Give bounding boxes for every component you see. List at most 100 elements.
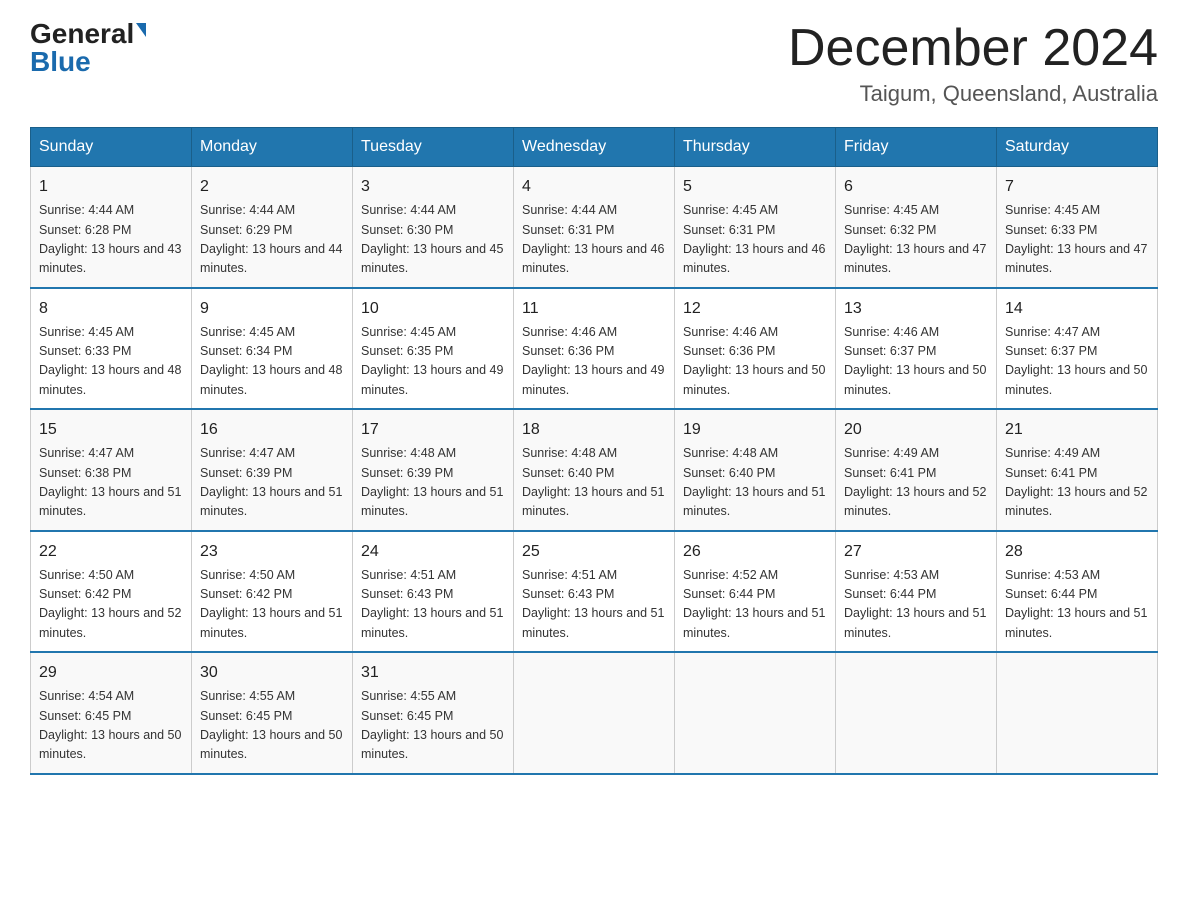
day-number: 9: [200, 297, 344, 321]
calendar-cell: 9Sunrise: 4:45 AMSunset: 6:34 PMDaylight…: [192, 288, 353, 410]
logo: General Blue: [30, 20, 146, 76]
calendar-cell: 28Sunrise: 4:53 AMSunset: 6:44 PMDayligh…: [997, 531, 1158, 653]
week-row-1: 1Sunrise: 4:44 AMSunset: 6:28 PMDaylight…: [31, 167, 1158, 288]
day-number: 15: [39, 418, 183, 442]
calendar-table: SundayMondayTuesdayWednesdayThursdayFrid…: [30, 127, 1158, 775]
header-sunday: Sunday: [31, 128, 192, 167]
month-title: December 2024: [788, 20, 1158, 77]
calendar-cell: 1Sunrise: 4:44 AMSunset: 6:28 PMDaylight…: [31, 167, 192, 288]
header-saturday: Saturday: [997, 128, 1158, 167]
day-info: Sunrise: 4:44 AMSunset: 6:30 PMDaylight:…: [361, 201, 505, 279]
day-info: Sunrise: 4:47 AMSunset: 6:37 PMDaylight:…: [1005, 323, 1149, 401]
day-number: 24: [361, 540, 505, 564]
day-number: 20: [844, 418, 988, 442]
day-number: 1: [39, 175, 183, 199]
calendar-cell: 5Sunrise: 4:45 AMSunset: 6:31 PMDaylight…: [675, 167, 836, 288]
location-text: Taigum, Queensland, Australia: [788, 81, 1158, 107]
day-number: 2: [200, 175, 344, 199]
day-info: Sunrise: 4:55 AMSunset: 6:45 PMDaylight:…: [361, 687, 505, 765]
page-header: General Blue December 2024 Taigum, Queen…: [30, 20, 1158, 107]
calendar-cell: 24Sunrise: 4:51 AMSunset: 6:43 PMDayligh…: [353, 531, 514, 653]
calendar-cell: 29Sunrise: 4:54 AMSunset: 6:45 PMDayligh…: [31, 652, 192, 774]
day-info: Sunrise: 4:46 AMSunset: 6:37 PMDaylight:…: [844, 323, 988, 401]
day-info: Sunrise: 4:53 AMSunset: 6:44 PMDaylight:…: [1005, 566, 1149, 644]
day-info: Sunrise: 4:45 AMSunset: 6:33 PMDaylight:…: [39, 323, 183, 401]
day-info: Sunrise: 4:52 AMSunset: 6:44 PMDaylight:…: [683, 566, 827, 644]
day-info: Sunrise: 4:44 AMSunset: 6:31 PMDaylight:…: [522, 201, 666, 279]
day-info: Sunrise: 4:45 AMSunset: 6:32 PMDaylight:…: [844, 201, 988, 279]
calendar-cell: 8Sunrise: 4:45 AMSunset: 6:33 PMDaylight…: [31, 288, 192, 410]
day-info: Sunrise: 4:49 AMSunset: 6:41 PMDaylight:…: [1005, 444, 1149, 522]
calendar-cell: 13Sunrise: 4:46 AMSunset: 6:37 PMDayligh…: [836, 288, 997, 410]
day-number: 14: [1005, 297, 1149, 321]
day-info: Sunrise: 4:54 AMSunset: 6:45 PMDaylight:…: [39, 687, 183, 765]
logo-arrow-icon: [136, 23, 146, 37]
day-info: Sunrise: 4:48 AMSunset: 6:40 PMDaylight:…: [683, 444, 827, 522]
day-number: 21: [1005, 418, 1149, 442]
day-number: 12: [683, 297, 827, 321]
day-number: 17: [361, 418, 505, 442]
day-info: Sunrise: 4:49 AMSunset: 6:41 PMDaylight:…: [844, 444, 988, 522]
calendar-cell: 23Sunrise: 4:50 AMSunset: 6:42 PMDayligh…: [192, 531, 353, 653]
calendar-cell: 10Sunrise: 4:45 AMSunset: 6:35 PMDayligh…: [353, 288, 514, 410]
day-info: Sunrise: 4:45 AMSunset: 6:35 PMDaylight:…: [361, 323, 505, 401]
day-number: 13: [844, 297, 988, 321]
calendar-cell: [836, 652, 997, 774]
calendar-cell: 16Sunrise: 4:47 AMSunset: 6:39 PMDayligh…: [192, 409, 353, 531]
day-info: Sunrise: 4:45 AMSunset: 6:33 PMDaylight:…: [1005, 201, 1149, 279]
calendar-cell: 2Sunrise: 4:44 AMSunset: 6:29 PMDaylight…: [192, 167, 353, 288]
calendar-cell: 19Sunrise: 4:48 AMSunset: 6:40 PMDayligh…: [675, 409, 836, 531]
calendar-cell: 25Sunrise: 4:51 AMSunset: 6:43 PMDayligh…: [514, 531, 675, 653]
day-number: 11: [522, 297, 666, 321]
day-info: Sunrise: 4:44 AMSunset: 6:29 PMDaylight:…: [200, 201, 344, 279]
day-info: Sunrise: 4:48 AMSunset: 6:39 PMDaylight:…: [361, 444, 505, 522]
calendar-cell: 21Sunrise: 4:49 AMSunset: 6:41 PMDayligh…: [997, 409, 1158, 531]
calendar-cell: 4Sunrise: 4:44 AMSunset: 6:31 PMDaylight…: [514, 167, 675, 288]
calendar-cell: 3Sunrise: 4:44 AMSunset: 6:30 PMDaylight…: [353, 167, 514, 288]
logo-general-text: General: [30, 20, 134, 48]
day-number: 5: [683, 175, 827, 199]
day-number: 22: [39, 540, 183, 564]
day-number: 30: [200, 661, 344, 685]
day-number: 25: [522, 540, 666, 564]
calendar-cell: 15Sunrise: 4:47 AMSunset: 6:38 PMDayligh…: [31, 409, 192, 531]
calendar-header-row: SundayMondayTuesdayWednesdayThursdayFrid…: [31, 128, 1158, 167]
calendar-cell: 31Sunrise: 4:55 AMSunset: 6:45 PMDayligh…: [353, 652, 514, 774]
day-info: Sunrise: 4:47 AMSunset: 6:39 PMDaylight:…: [200, 444, 344, 522]
day-info: Sunrise: 4:53 AMSunset: 6:44 PMDaylight:…: [844, 566, 988, 644]
logo-blue-text: Blue: [30, 48, 91, 76]
day-number: 26: [683, 540, 827, 564]
calendar-cell: 12Sunrise: 4:46 AMSunset: 6:36 PMDayligh…: [675, 288, 836, 410]
day-info: Sunrise: 4:46 AMSunset: 6:36 PMDaylight:…: [522, 323, 666, 401]
header-monday: Monday: [192, 128, 353, 167]
day-info: Sunrise: 4:51 AMSunset: 6:43 PMDaylight:…: [522, 566, 666, 644]
calendar-cell: 26Sunrise: 4:52 AMSunset: 6:44 PMDayligh…: [675, 531, 836, 653]
day-info: Sunrise: 4:46 AMSunset: 6:36 PMDaylight:…: [683, 323, 827, 401]
day-info: Sunrise: 4:47 AMSunset: 6:38 PMDaylight:…: [39, 444, 183, 522]
week-row-4: 22Sunrise: 4:50 AMSunset: 6:42 PMDayligh…: [31, 531, 1158, 653]
day-number: 3: [361, 175, 505, 199]
day-info: Sunrise: 4:45 AMSunset: 6:31 PMDaylight:…: [683, 201, 827, 279]
day-info: Sunrise: 4:44 AMSunset: 6:28 PMDaylight:…: [39, 201, 183, 279]
day-number: 29: [39, 661, 183, 685]
calendar-cell: 17Sunrise: 4:48 AMSunset: 6:39 PMDayligh…: [353, 409, 514, 531]
day-info: Sunrise: 4:50 AMSunset: 6:42 PMDaylight:…: [39, 566, 183, 644]
header-tuesday: Tuesday: [353, 128, 514, 167]
day-info: Sunrise: 4:45 AMSunset: 6:34 PMDaylight:…: [200, 323, 344, 401]
day-number: 10: [361, 297, 505, 321]
calendar-cell: 6Sunrise: 4:45 AMSunset: 6:32 PMDaylight…: [836, 167, 997, 288]
calendar-cell: [997, 652, 1158, 774]
day-info: Sunrise: 4:48 AMSunset: 6:40 PMDaylight:…: [522, 444, 666, 522]
day-number: 31: [361, 661, 505, 685]
header-wednesday: Wednesday: [514, 128, 675, 167]
header-friday: Friday: [836, 128, 997, 167]
day-number: 6: [844, 175, 988, 199]
day-number: 23: [200, 540, 344, 564]
week-row-3: 15Sunrise: 4:47 AMSunset: 6:38 PMDayligh…: [31, 409, 1158, 531]
day-number: 4: [522, 175, 666, 199]
title-section: December 2024 Taigum, Queensland, Austra…: [788, 20, 1158, 107]
day-number: 19: [683, 418, 827, 442]
week-row-5: 29Sunrise: 4:54 AMSunset: 6:45 PMDayligh…: [31, 652, 1158, 774]
day-number: 7: [1005, 175, 1149, 199]
calendar-cell: 27Sunrise: 4:53 AMSunset: 6:44 PMDayligh…: [836, 531, 997, 653]
